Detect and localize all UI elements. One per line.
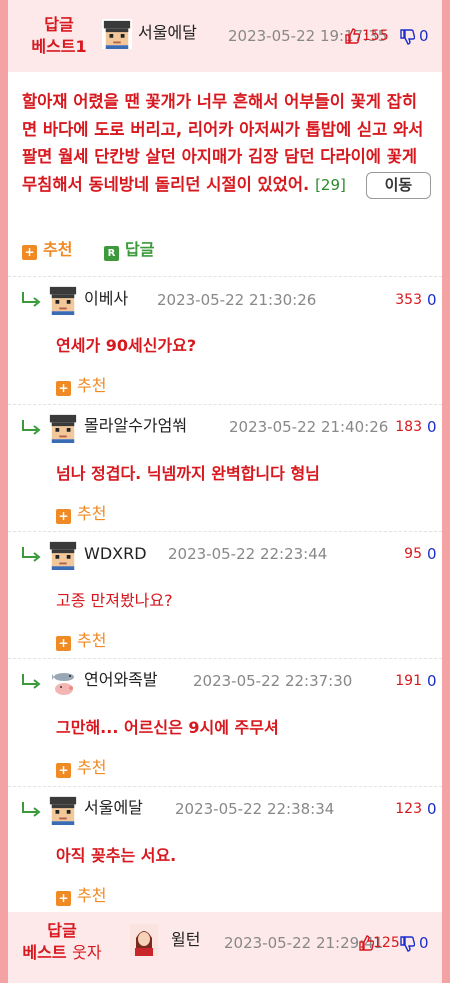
down-count: 0 [419, 27, 429, 45]
recommend-button[interactable]: + 추천 [56, 758, 106, 778]
avatar[interactable] [48, 795, 78, 825]
reply-text: 아직 꽂추는 서요. [56, 846, 177, 865]
best-badge: 답글 베스트 웃자 [16, 920, 108, 964]
reply-label: 답글 [125, 240, 155, 259]
thumbs-up-icon[interactable] [344, 27, 360, 45]
nickname[interactable]: 몰라알수가엄쒀 [84, 416, 187, 436]
reply-text: 연세가 90세신가요? [56, 336, 197, 355]
best-comment-header: 답글 베스트 웃자 윌턴 2023-05-22 21:29:41 125 0 [8, 912, 442, 983]
recommend-button[interactable]: + 추천 [56, 886, 106, 906]
recommend-button[interactable]: + 추천 [56, 631, 106, 651]
recommend-button[interactable]: + 추천 [56, 504, 106, 524]
reply-count: [29] [315, 175, 346, 194]
reply-arrow-icon [20, 545, 42, 563]
up-count[interactable]: 191 [392, 671, 422, 691]
nickname[interactable]: 서울에달 [84, 798, 143, 818]
nickname[interactable]: 연어와족발 [84, 670, 158, 690]
thumbs-down-icon[interactable] [399, 935, 415, 953]
avatar[interactable] [48, 285, 78, 315]
down-count[interactable]: 0 [427, 544, 437, 564]
recommend-label: 추천 [77, 504, 107, 523]
nickname[interactable]: 서울에달 [138, 23, 197, 43]
up-count: 155 [362, 28, 389, 44]
reply-arrow-icon [20, 290, 42, 308]
comment-date: 2023-05-22 21:40:26 [229, 418, 389, 436]
board-tag[interactable]: 웃자 [72, 943, 101, 962]
best-badge-line2: 베스트 [22, 943, 67, 962]
comment-date: 2023-05-22 22:38:34 [175, 800, 335, 818]
down-count[interactable]: 0 [427, 799, 437, 819]
down-count: 0 [419, 934, 429, 952]
thumbs-down-icon[interactable] [399, 28, 415, 46]
reply-button[interactable]: R 답글 [104, 240, 154, 261]
reply-item: 몰라알수가엄쒀 2023-05-22 21:40:26 183 0 넘나 정겹다… [8, 404, 442, 532]
recommend-label: 추천 [43, 240, 73, 259]
reply-text: 넘나 정겹다. 닉넴까지 완벽합니다 형님 [56, 464, 320, 483]
best-badge: 답글 베스트1 [20, 14, 98, 58]
recommend-button[interactable]: + 추천 [22, 240, 72, 260]
recommend-label: 추천 [77, 886, 107, 905]
best-badge-line2: 베스트1 [31, 37, 87, 56]
reply-arrow-icon [20, 672, 42, 690]
avatar[interactable] [48, 540, 78, 570]
plus-icon: + [22, 245, 37, 260]
up-count[interactable]: 183 [392, 417, 422, 437]
comment-body: 할아재 어렸을 땐 꽃개가 너무 흔해서 어부들이 꽃게 잡히면 바다에 도로 … [22, 92, 424, 194]
reply-item: 이베사 2023-05-22 21:30:26 353 0 연세가 90세신가요… [8, 276, 442, 404]
recommend-label: 추천 [77, 631, 107, 650]
reply-arrow-icon [20, 800, 42, 818]
plus-icon: + [56, 636, 71, 651]
down-count[interactable]: 0 [427, 417, 437, 437]
comment-date: 2023-05-22 22:23:44 [168, 545, 328, 563]
nickname[interactable]: 이베사 [84, 289, 128, 309]
nickname[interactable]: WDXRD [84, 544, 147, 564]
reply-item: WDXRD 2023-05-22 22:23:44 95 0 고종 만져봤나요?… [8, 531, 442, 659]
reply-arrow-icon [20, 418, 42, 436]
move-button[interactable]: 이동 [365, 171, 432, 199]
down-count[interactable]: 0 [427, 671, 437, 691]
plus-icon: + [56, 891, 71, 906]
reply-item: 연어와족발 2023-05-22 22:37:30 191 0 그만해... 어… [8, 658, 442, 786]
comment-panel: 답글 베스트1 서울에달 2023-05-22 19:17:35 155 0 할… [8, 0, 442, 983]
nickname[interactable]: 윌턴 [171, 930, 200, 950]
reply-r-icon: R [104, 246, 119, 261]
plus-icon: + [56, 381, 71, 396]
reply-item: 서울에달 2023-05-22 22:38:34 123 0 아직 꽂추는 서요… [8, 786, 442, 914]
comment-date: 2023-05-22 22:37:30 [193, 672, 353, 690]
salmon-pig-avatar[interactable] [52, 669, 76, 697]
plus-icon: + [56, 763, 71, 778]
avatar[interactable] [102, 19, 132, 49]
plus-icon: + [56, 509, 71, 524]
up-count: 125 [373, 935, 400, 951]
recommend-button[interactable]: + 추천 [56, 376, 106, 396]
thumbs-up-icon[interactable] [358, 934, 374, 952]
avatar[interactable] [130, 924, 158, 956]
comment-date: 2023-05-22 21:30:26 [157, 291, 317, 309]
up-count[interactable]: 95 [392, 544, 422, 564]
best-badge-line1: 답글 [47, 921, 77, 940]
best-comment-header: 답글 베스트1 서울에달 2023-05-22 19:17:35 155 0 [8, 0, 442, 72]
recommend-label: 추천 [77, 376, 107, 395]
best-badge-line1: 답글 [44, 15, 74, 34]
up-count[interactable]: 123 [392, 799, 422, 819]
up-count[interactable]: 353 [392, 290, 422, 310]
recommend-label: 추천 [77, 758, 107, 777]
avatar[interactable] [48, 413, 78, 443]
reply-text: 고종 만져봤나요? [56, 591, 173, 610]
down-count[interactable]: 0 [427, 290, 437, 310]
reply-text: 그만해... 어르신은 9시에 주무셔 [56, 718, 279, 737]
comment-text: 할아재 어렸을 땐 꽃개가 너무 흔해서 어부들이 꽃게 잡히면 바다에 도로 … [22, 88, 432, 199]
